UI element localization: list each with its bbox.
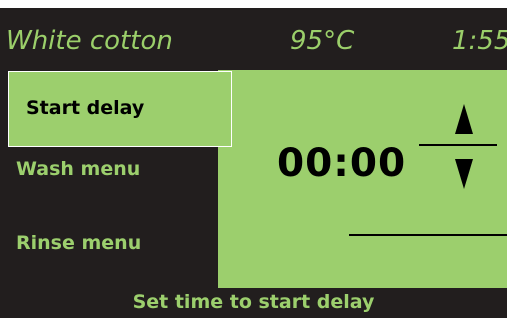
divider-line-lower xyxy=(349,234,507,236)
menu-item-wash-menu[interactable]: Wash menu xyxy=(0,158,218,188)
menu-item-label: Start delay xyxy=(26,97,145,119)
menu-item-start-delay[interactable]: Start delay xyxy=(8,71,232,147)
delay-time-value[interactable]: 00:00 xyxy=(277,142,406,186)
temperature-readout: 95°C xyxy=(290,26,355,56)
display-screen: White cotton 95°C 1:55 Start delay Wash … xyxy=(0,8,507,318)
menu-item-label: Rinse menu xyxy=(16,232,142,254)
menu-item-rinse-menu[interactable]: Rinse menu xyxy=(0,232,218,262)
program-name: White cotton xyxy=(6,26,173,56)
status-text: Set time to start delay xyxy=(132,291,375,313)
header-bar: White cotton 95°C 1:55 xyxy=(0,8,507,70)
menu-item-label: Wash menu xyxy=(16,158,141,180)
arrow-up-icon[interactable] xyxy=(455,104,473,134)
divider-line xyxy=(419,144,497,146)
arrow-down-icon[interactable] xyxy=(455,159,473,189)
duration-readout: 1:55 xyxy=(452,26,507,56)
